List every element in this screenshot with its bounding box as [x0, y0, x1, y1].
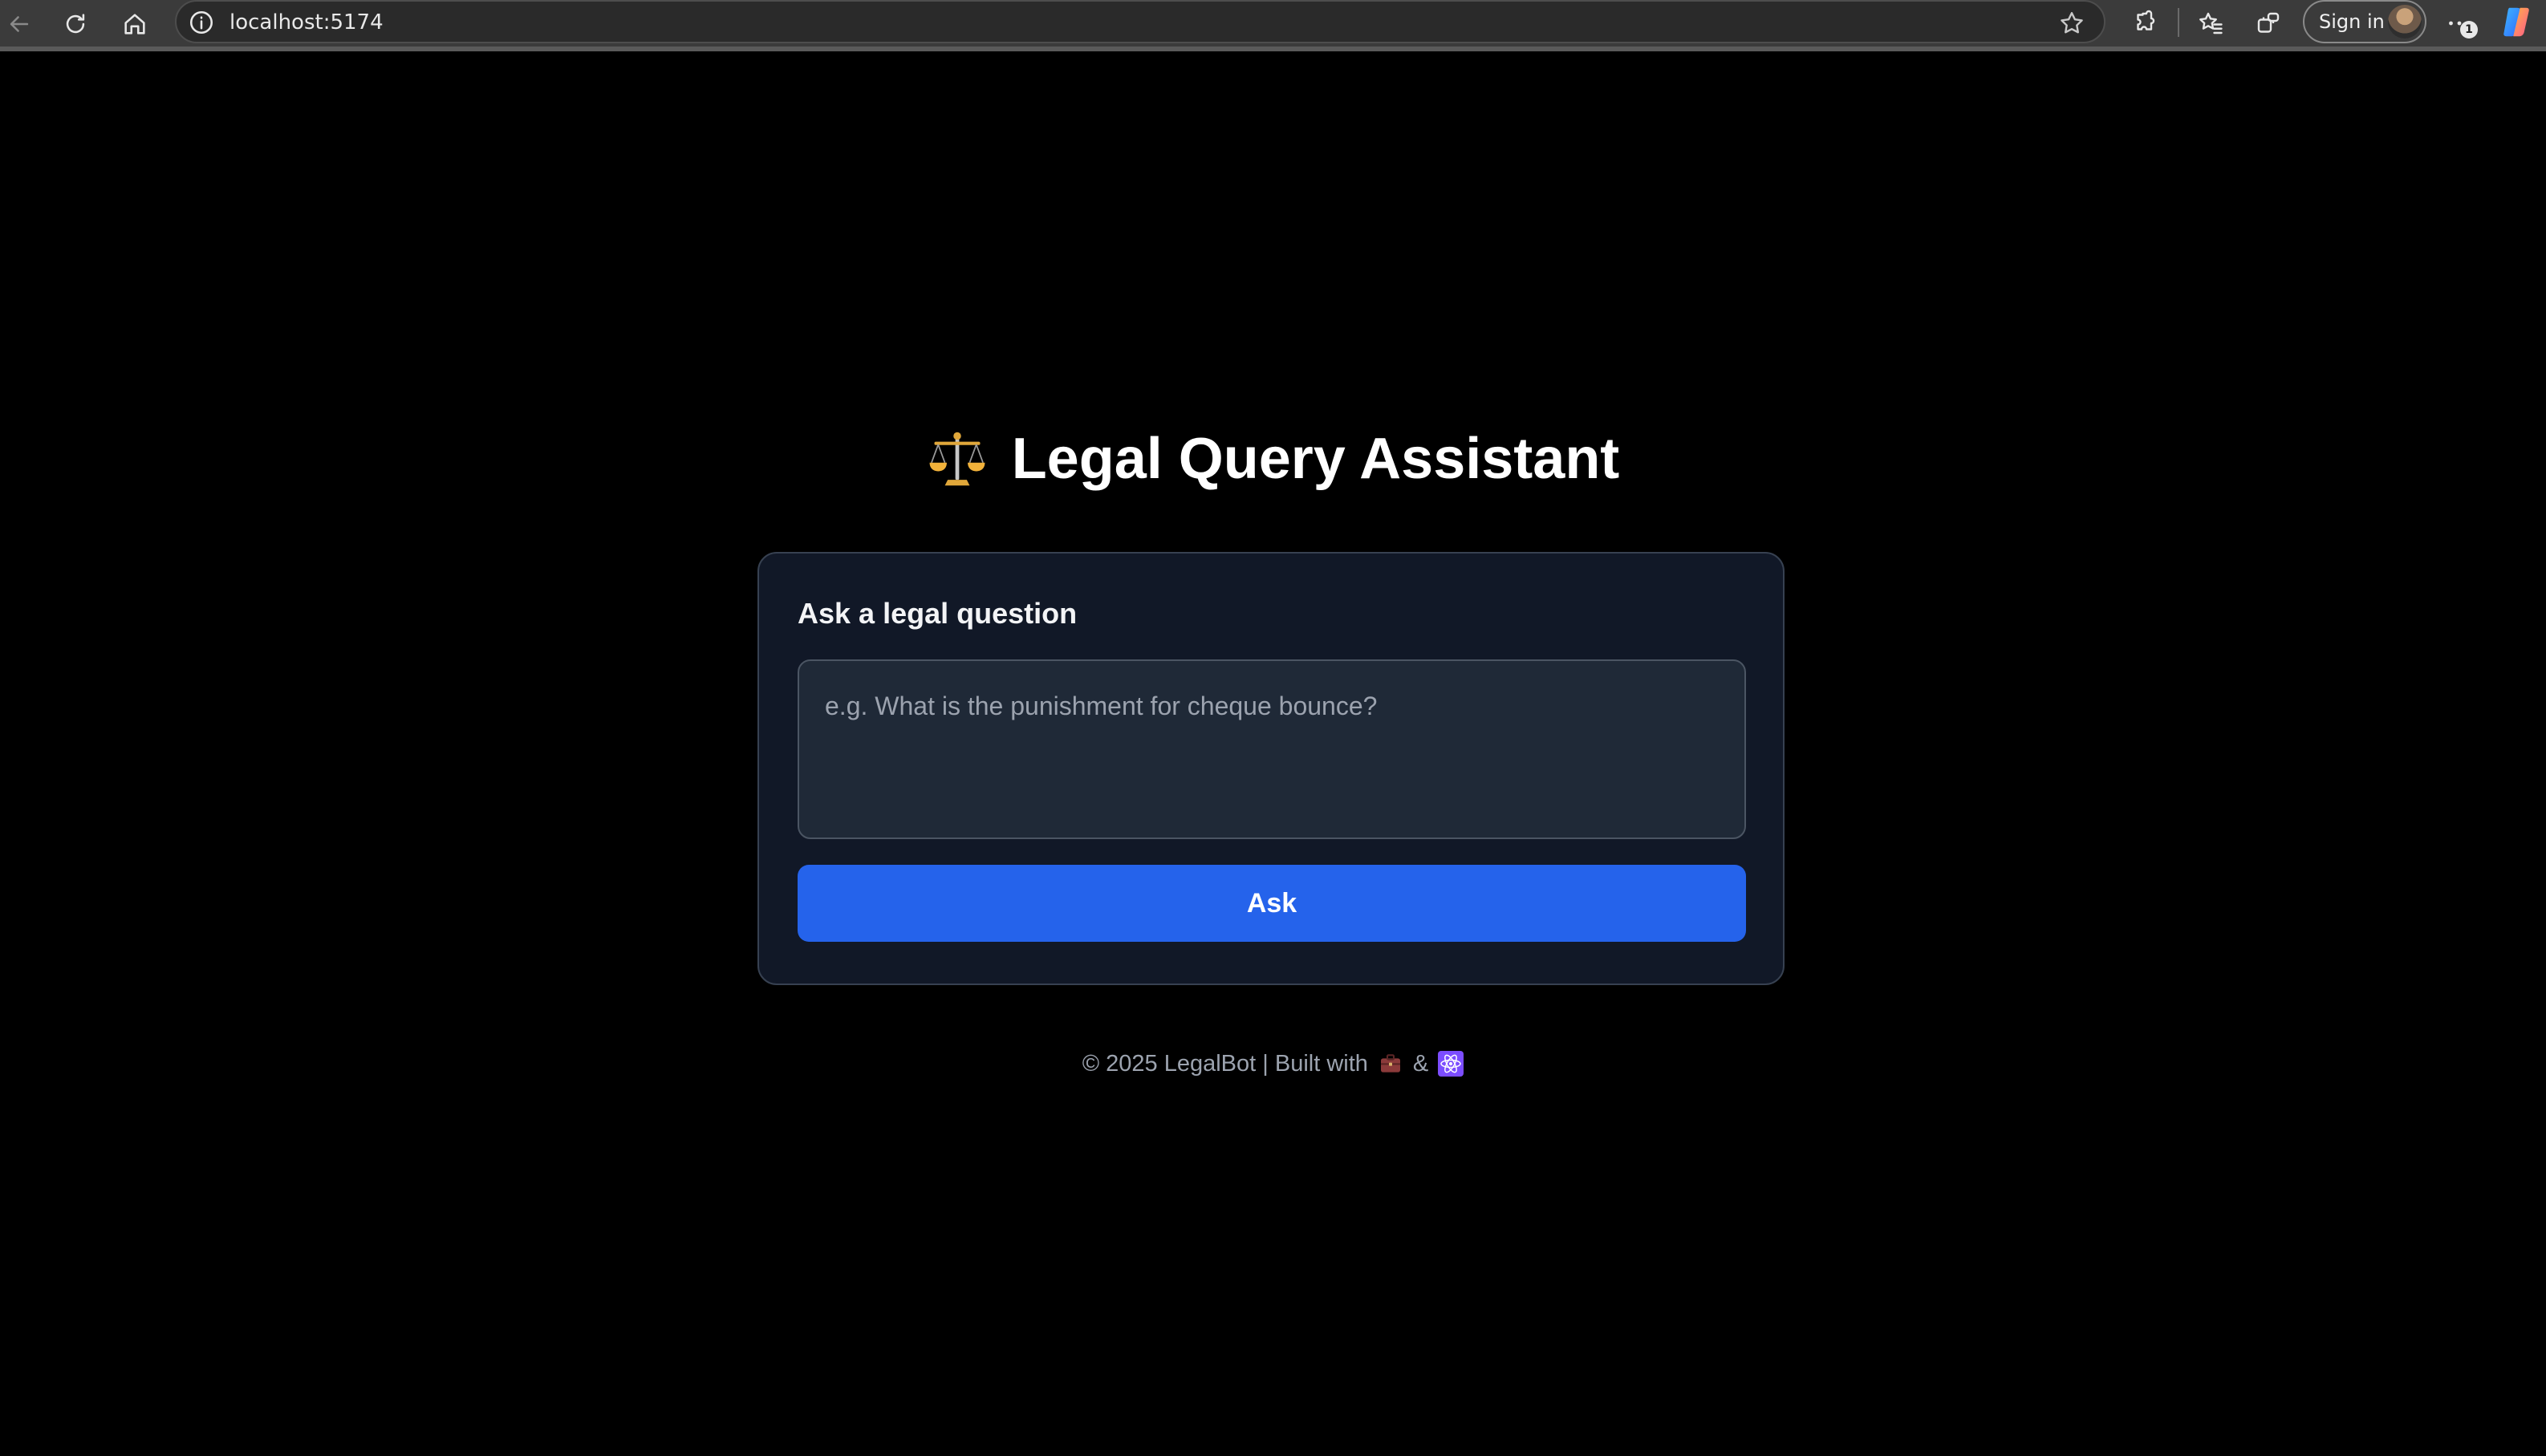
- question-card: Ask a legal question Ask: [757, 552, 1785, 985]
- reload-icon[interactable]: [56, 5, 95, 43]
- puzzle-icon[interactable]: [2128, 5, 2165, 42]
- footer-separator: &: [1412, 1051, 1429, 1077]
- page-title: Legal Query Assistant: [1011, 427, 1620, 491]
- ask-button[interactable]: Ask: [798, 865, 1746, 942]
- toolbar-divider: [2178, 8, 2179, 37]
- footer-text: © 2025 LegalBot | Built with: [1082, 1051, 1368, 1077]
- address-bar[interactable]: localhost:5174: [175, 0, 2105, 43]
- back-arrow-icon[interactable]: [0, 5, 39, 43]
- sign-in-label: Sign in: [2319, 10, 2385, 33]
- question-label: Ask a legal question: [798, 597, 1078, 630]
- star-icon[interactable]: [2057, 9, 2086, 38]
- copilot-icon[interactable]: [2499, 3, 2536, 40]
- home-icon[interactable]: [116, 5, 154, 43]
- briefcase-icon: [1380, 1054, 1400, 1073]
- page-header: Legal Query Assistant: [0, 419, 2546, 499]
- sign-in-button[interactable]: Sign in: [2303, 0, 2426, 43]
- scales-icon: [929, 432, 985, 486]
- react-atom-icon: [1438, 1051, 1464, 1077]
- collections-icon[interactable]: [2250, 5, 2287, 42]
- url-text[interactable]: localhost:5174: [229, 8, 384, 37]
- info-icon[interactable]: [188, 9, 215, 36]
- notification-badge: 1: [2460, 21, 2478, 39]
- page-content: Legal Query Assistant Ask a legal questi…: [0, 51, 2546, 1456]
- footer: © 2025 LegalBot | Built with &: [0, 1046, 2546, 1081]
- browser-toolbar: localhost:5174 Sign in 1: [0, 0, 2546, 47]
- avatar: [2388, 5, 2422, 39]
- favorites-icon[interactable]: [2192, 5, 2229, 42]
- question-input[interactable]: [798, 659, 1746, 839]
